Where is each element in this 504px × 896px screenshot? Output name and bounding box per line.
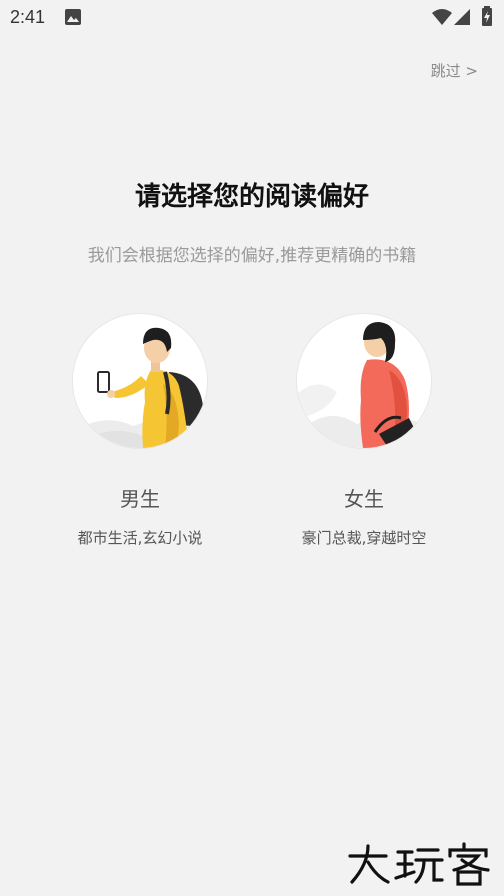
female-reader-illustration bbox=[297, 314, 431, 448]
skip-button[interactable]: 跳过 > bbox=[431, 60, 478, 81]
image-icon bbox=[65, 9, 81, 25]
female-avatar[interactable] bbox=[297, 314, 431, 448]
option-female[interactable]: 女生 豪门总裁,穿越时空 bbox=[274, 314, 454, 554]
status-bar: 2:41 bbox=[0, 0, 504, 34]
male-avatar[interactable] bbox=[73, 314, 207, 448]
signal-icon bbox=[454, 9, 470, 25]
page-title: 请选择您的阅读偏好 bbox=[134, 182, 369, 212]
app-screen: 2:41 跳过 > 请选择您的阅读偏好 我们会根据您选择的偏好,推荐更精确的书籍 bbox=[0, 0, 504, 896]
option-female-desc: 豪门总裁,穿越时空 bbox=[301, 529, 427, 547]
male-reader-illustration bbox=[73, 314, 207, 448]
status-time: 2:41 bbox=[10, 7, 46, 27]
option-male[interactable]: 男生 都市生活,玄幻小说 bbox=[50, 314, 230, 554]
wifi-icon bbox=[432, 9, 452, 25]
watermark-logo bbox=[348, 842, 490, 886]
option-female-label: 女生 bbox=[344, 487, 384, 511]
option-male-desc: 都市生活,玄幻小说 bbox=[77, 529, 203, 547]
page-subtitle: 我们会根据您选择的偏好,推荐更精确的书籍 bbox=[87, 246, 417, 266]
battery-icon bbox=[482, 6, 492, 26]
option-male-label: 男生 bbox=[120, 487, 160, 511]
